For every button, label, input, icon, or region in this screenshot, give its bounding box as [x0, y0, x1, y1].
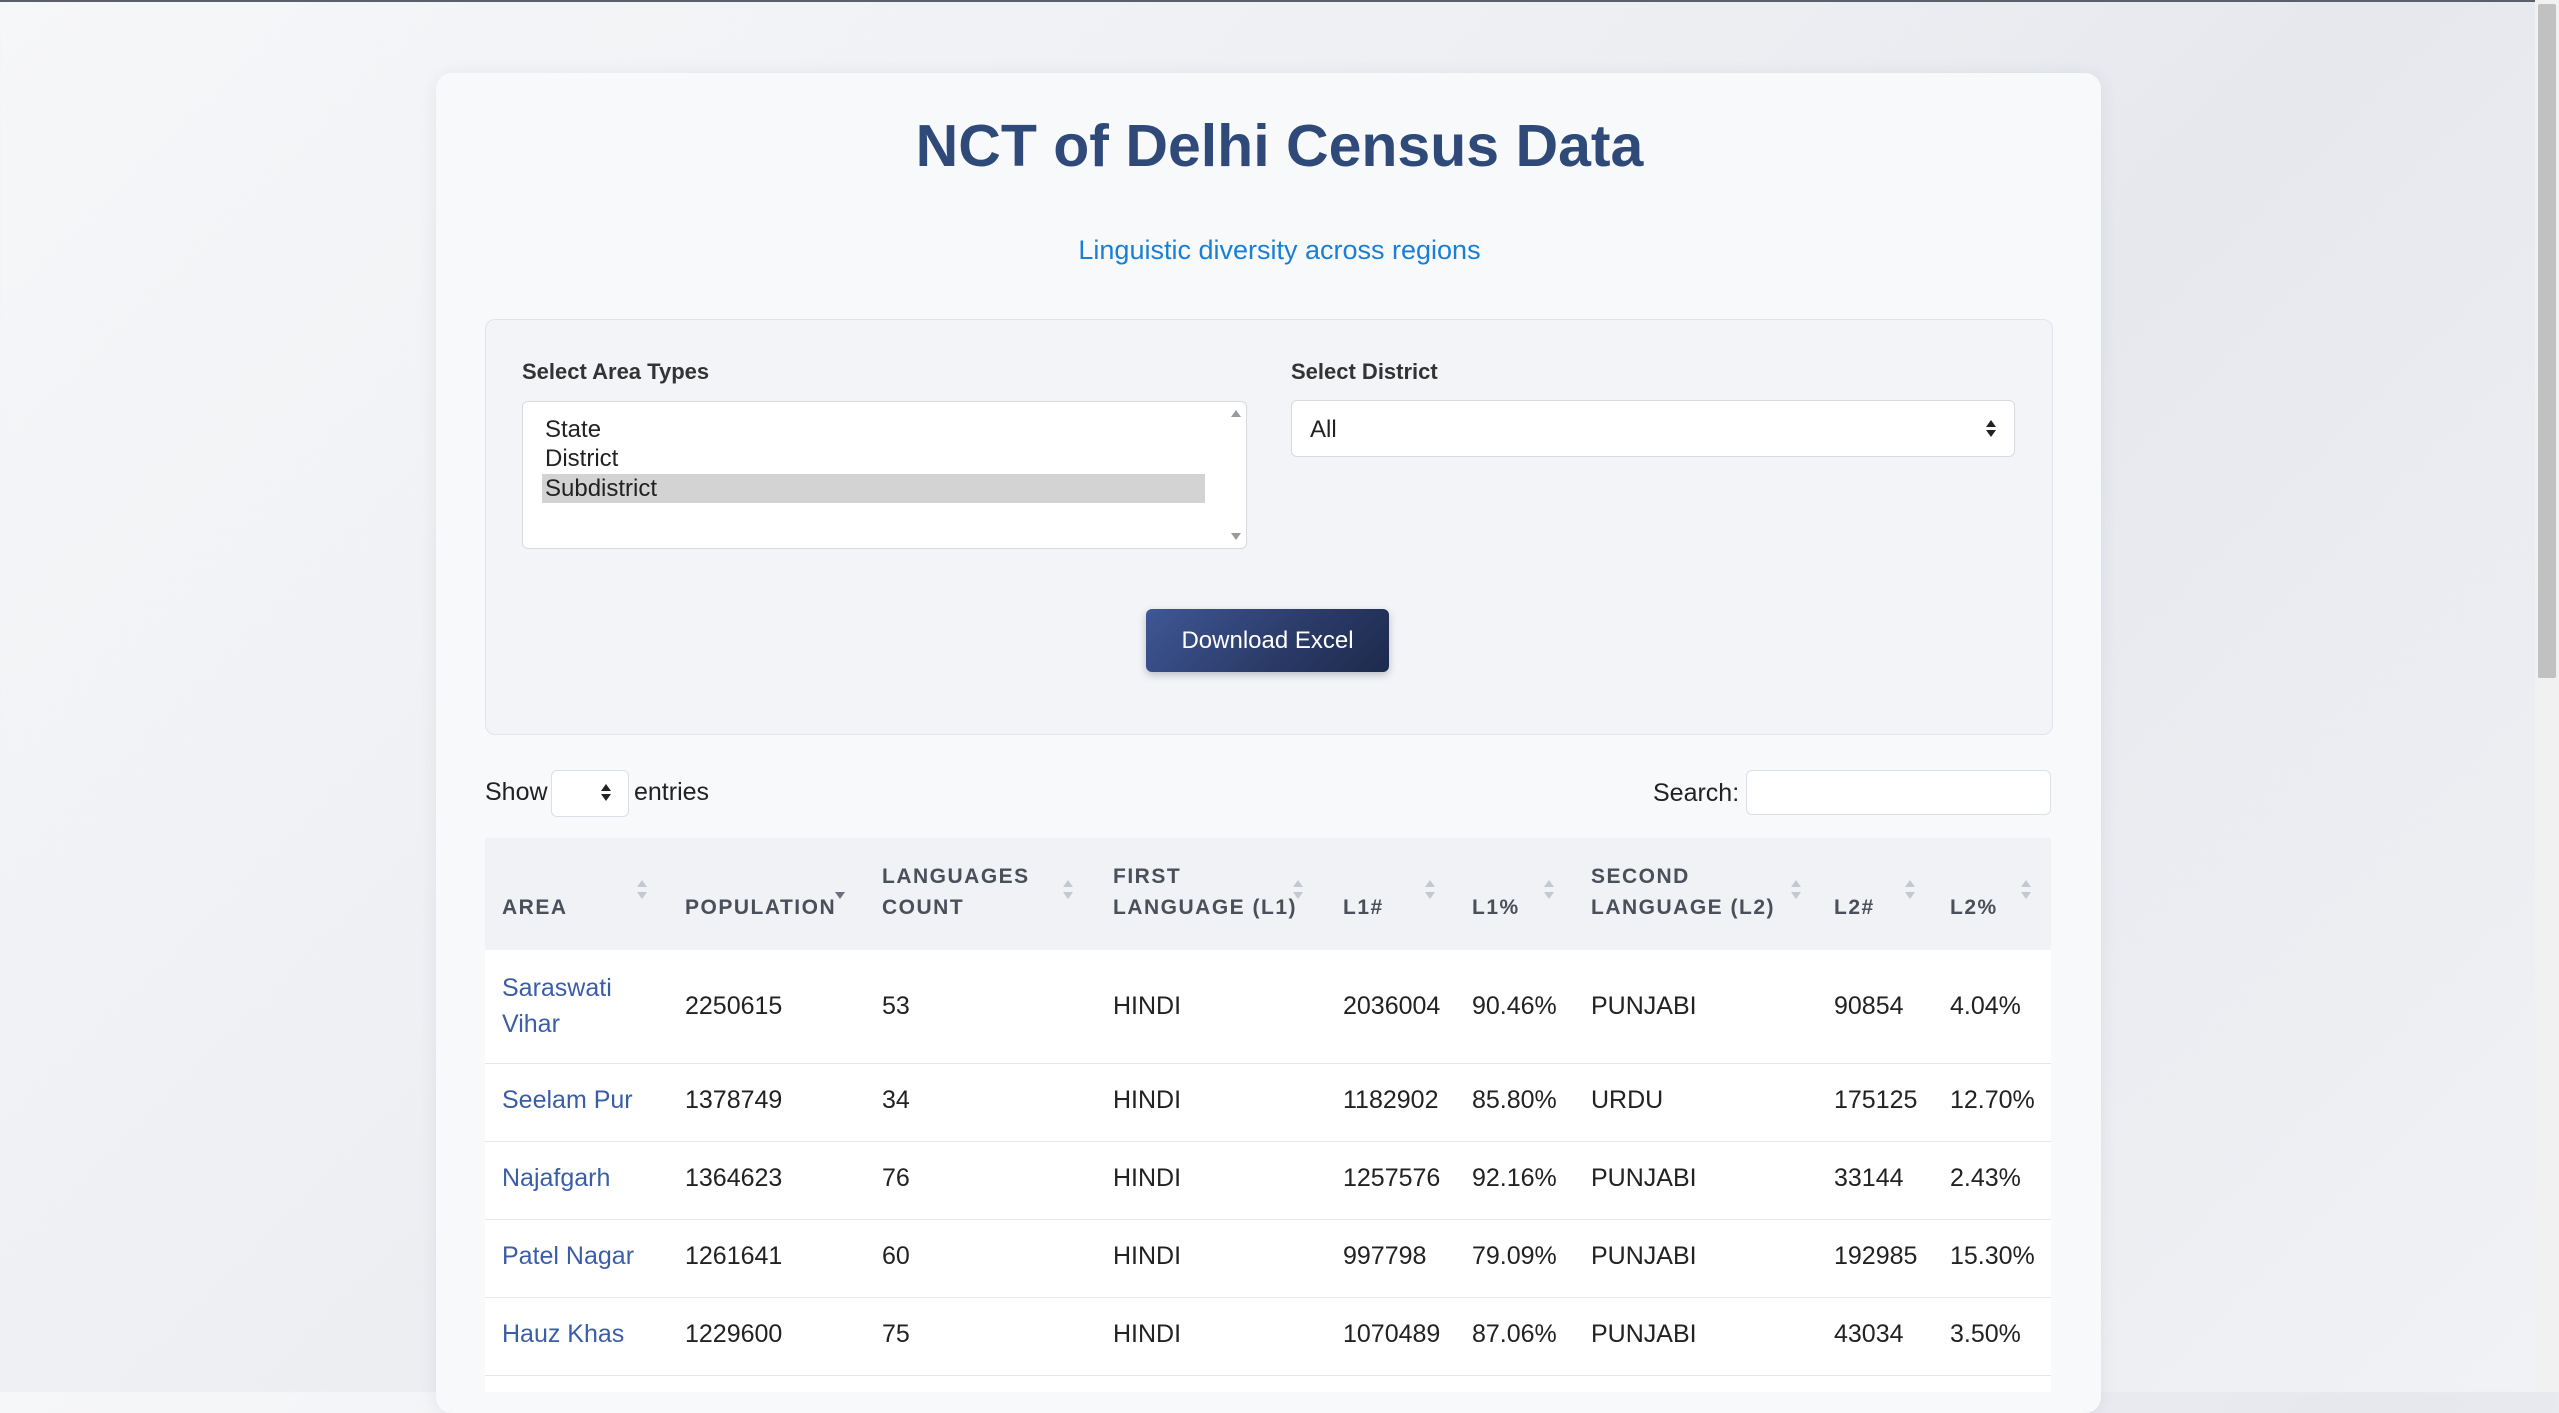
l2-count-cell: 175125 [1834, 1086, 1918, 1114]
table-row: Patel Nagar 1261641 60 HINDI 997798 79.0… [485, 1220, 2051, 1298]
population-cell: 2250615 [685, 992, 783, 1020]
l1-pct-cell: 92.16% [1472, 1164, 1557, 1192]
download-excel-button[interactable]: Download Excel [1146, 609, 1389, 672]
l2-count-cell: 90854 [1834, 992, 1904, 1020]
area-types-label: Select Area Types [522, 359, 710, 384]
l2-pct-cell: 4.04% [1950, 992, 2021, 1020]
table-header: AREA POPULATION LANGUAGES COUNT FIRST LANG… [485, 838, 2051, 953]
second-language-cell: PUNJABI [1591, 992, 1697, 1020]
district-label: Select District [1291, 359, 1438, 384]
sort-icon[interactable] [1544, 880, 1554, 902]
sort-icon[interactable] [1063, 880, 1073, 902]
table-body: Saraswati Vihar 2250615 53 HINDI 2036004 … [485, 950, 2051, 1392]
first-language-cell: HINDI [1113, 1320, 1182, 1348]
languages-count-cell: 34 [882, 1086, 910, 1114]
column-header-languages-count[interactable]: LANGUAGES COUNT [882, 861, 1030, 923]
sort-icon[interactable] [1791, 880, 1801, 902]
table-row: Saraswati Vihar 2250615 53 HINDI 2036004 … [485, 950, 2051, 1064]
l1-pct-cell: 87.06% [1472, 1320, 1557, 1348]
column-header-l1-pct[interactable]: L1% [1472, 892, 1520, 923]
column-header-l2-count[interactable]: L2# [1834, 892, 1875, 923]
sort-icon[interactable] [637, 880, 647, 902]
sort-icon[interactable] [2021, 880, 2031, 902]
languages-count-cell: 76 [882, 1164, 910, 1192]
l1-count-cell: 1182902 [1343, 1086, 1439, 1114]
entries-label: entries [634, 778, 710, 806]
column-header-population[interactable]: POPULATION [685, 892, 836, 923]
l1-count-cell: 1257576 [1343, 1164, 1441, 1192]
second-language-cell: PUNJABI [1591, 1242, 1697, 1270]
l1-count-cell: 1070489 [1343, 1320, 1441, 1348]
l2-pct-cell: 15.30% [1950, 1242, 2035, 1270]
listbox-scrollbar[interactable] [1226, 402, 1246, 548]
l1-count-cell: 997798 [1343, 1242, 1427, 1270]
population-cell: 1364623 [685, 1164, 783, 1192]
search-label: Search: [1653, 779, 1740, 807]
scroll-down-arrow-icon[interactable] [1231, 533, 1241, 540]
area-link[interactable]: Najafgarh [502, 1160, 610, 1196]
column-header-first-language[interactable]: FIRST LANGUAGE (L1) [1113, 861, 1297, 923]
area-link[interactable]: Saraswati Vihar [502, 970, 612, 1042]
select-updown-icon [1986, 420, 1996, 438]
area-types-listbox[interactable]: State District Subdistrict [522, 401, 1247, 549]
l1-pct-cell: 85.80% [1472, 1086, 1557, 1114]
languages-count-cell: 53 [882, 992, 910, 1020]
l2-pct-cell: 2.43% [1950, 1164, 2021, 1192]
first-language-cell: HINDI [1113, 1164, 1182, 1192]
second-language-cell: PUNJABI [1591, 1320, 1697, 1348]
l2-pct-cell: 3.50% [1950, 1320, 2021, 1348]
second-language-cell: URDU [1591, 1086, 1664, 1114]
column-header-l2-pct[interactable]: L2% [1950, 892, 1998, 923]
scroll-up-arrow-icon[interactable] [1231, 410, 1241, 417]
show-label: Show [485, 778, 548, 806]
sort-icon[interactable] [1425, 880, 1435, 902]
area-type-option-district[interactable]: District [542, 444, 1205, 473]
area-type-option-subdistrict[interactable]: Subdistrict [542, 474, 1205, 503]
page-scrollbar-thumb[interactable] [2538, 4, 2556, 678]
l2-count-cell: 192985 [1834, 1242, 1918, 1270]
page-length-select[interactable] [551, 770, 629, 817]
page-scrollbar[interactable] [2535, 0, 2559, 1392]
window-top-border [0, 0, 2559, 2]
area-type-option-state[interactable]: State [542, 415, 1205, 444]
column-header-second-language[interactable]: SECOND LANGUAGE (L2) [1591, 861, 1775, 923]
search-input[interactable] [1746, 770, 2051, 815]
district-select-value: All [1310, 416, 1337, 443]
l2-pct-cell: 12.70% [1950, 1086, 2035, 1114]
column-header-area[interactable]: AREA [502, 892, 568, 923]
l1-pct-cell: 90.46% [1472, 992, 1557, 1020]
second-language-cell: PUNJABI [1591, 1164, 1697, 1192]
l2-count-cell: 43034 [1834, 1320, 1904, 1348]
sort-desc-icon[interactable] [835, 880, 845, 902]
l2-count-cell: 33144 [1834, 1164, 1904, 1192]
first-language-cell: HINDI [1113, 1242, 1182, 1270]
page-title: NCT of Delhi Census Data [915, 113, 1644, 179]
l1-count-cell: 2036004 [1343, 992, 1441, 1020]
l1-pct-cell: 79.09% [1472, 1242, 1557, 1270]
column-header-l1-count[interactable]: L1# [1343, 892, 1384, 923]
population-cell: 1378749 [685, 1086, 783, 1114]
district-select[interactable]: All [1291, 400, 2015, 457]
area-link[interactable]: Seelam Pur [502, 1082, 633, 1118]
table-row: Seelam Pur 1378749 34 HINDI 1182902 85.8… [485, 1064, 2051, 1142]
population-cell: 1261641 [685, 1242, 783, 1270]
page-subtitle: Linguistic diversity across regions [1078, 235, 1481, 265]
sort-icon[interactable] [1293, 880, 1303, 902]
languages-count-cell: 60 [882, 1242, 910, 1270]
area-link[interactable]: Patel Nagar [502, 1238, 634, 1274]
table-row: Najafgarh 1364623 76 HINDI 1257576 92.16… [485, 1142, 2051, 1220]
select-updown-icon [601, 784, 611, 802]
area-link[interactable]: Hauz Khas [502, 1316, 624, 1352]
first-language-cell: HINDI [1113, 1086, 1182, 1114]
population-cell: 1229600 [685, 1320, 783, 1348]
first-language-cell: HINDI [1113, 992, 1182, 1020]
languages-count-cell: 75 [882, 1320, 910, 1348]
sort-icon[interactable] [1905, 880, 1915, 902]
table-row: Hauz Khas 1229600 75 HINDI 1070489 87.06… [485, 1298, 2051, 1376]
